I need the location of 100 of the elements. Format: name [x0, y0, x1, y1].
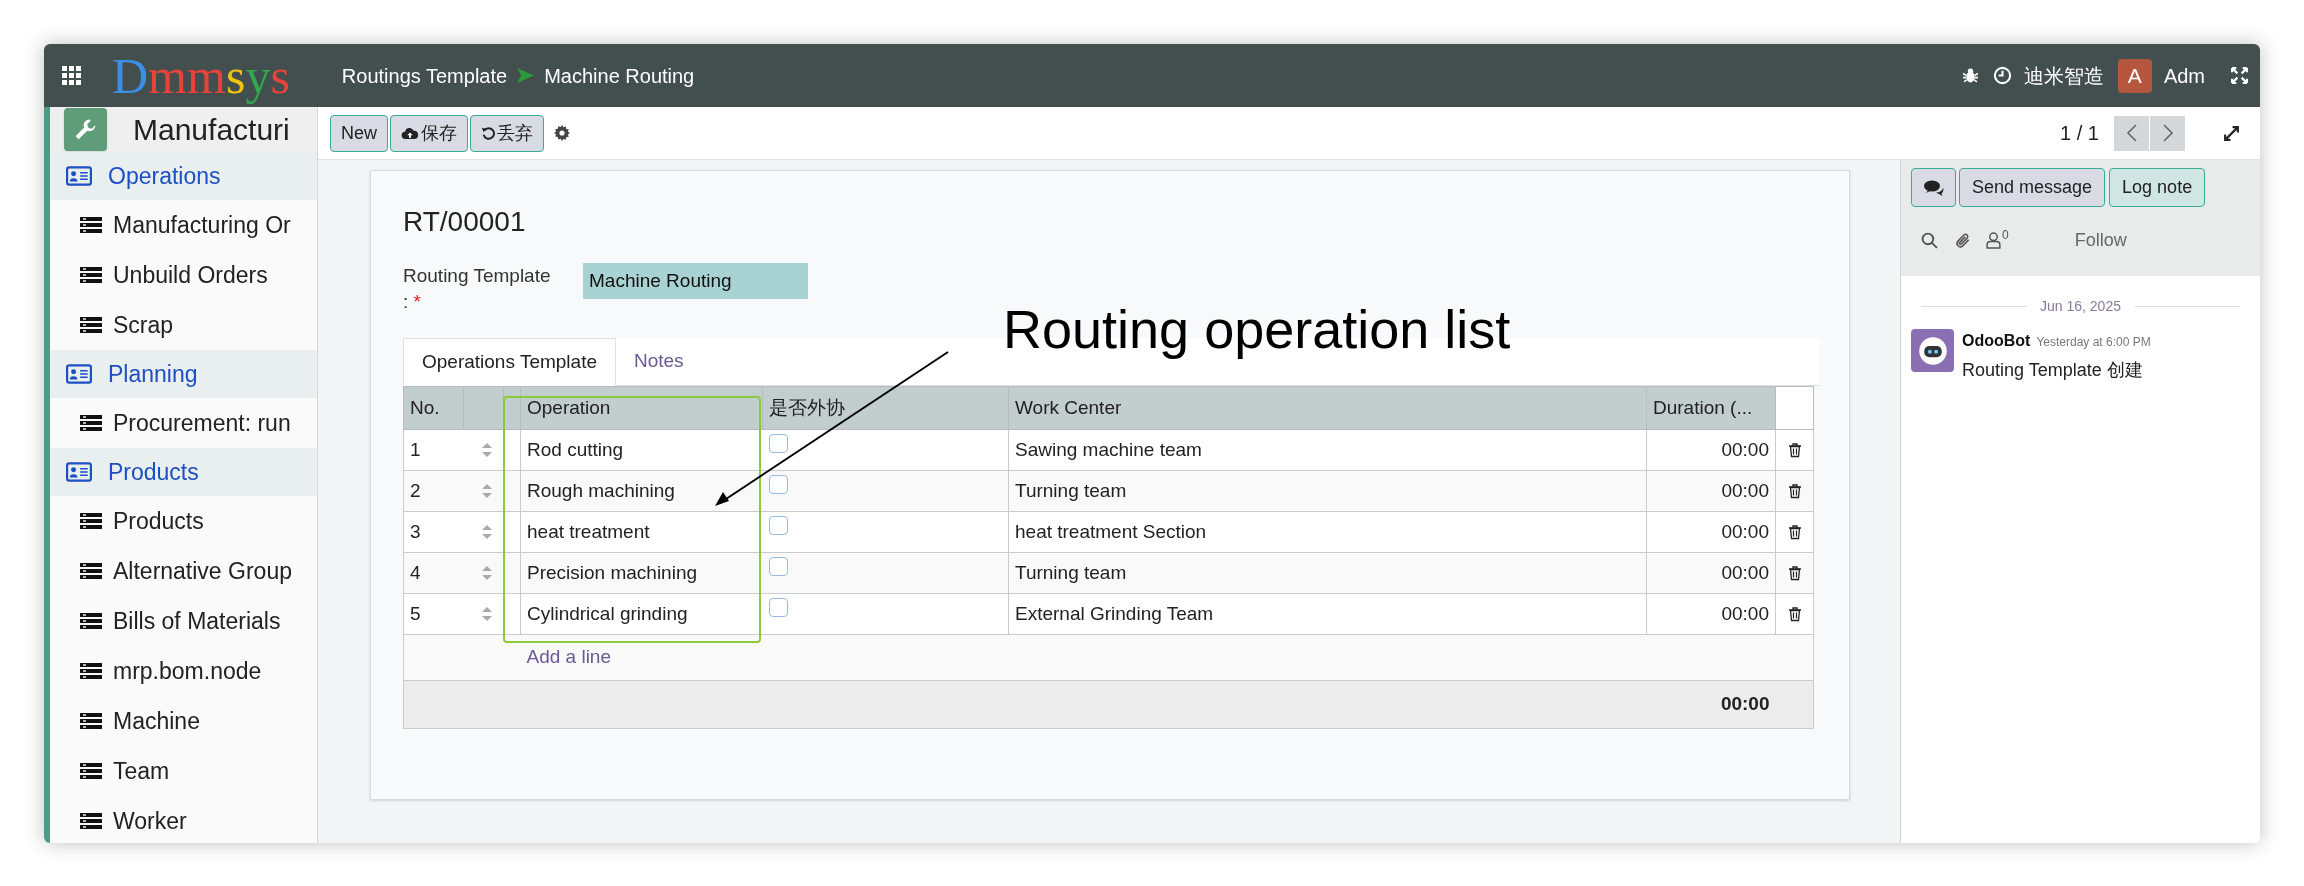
column-header[interactable]: No. [403, 386, 464, 430]
log-note-button[interactable]: Log note [2109, 168, 2206, 207]
user-avatar[interactable]: A [2117, 58, 2152, 93]
column-header[interactable]: Operation [520, 386, 763, 430]
list-icon [80, 217, 102, 233]
table-cell: External Grinding Team [1008, 593, 1647, 635]
column-header[interactable]: Work Center [1008, 386, 1647, 430]
previous-button[interactable] [2114, 115, 2149, 151]
drag-handle-icon[interactable] [481, 566, 492, 580]
follow-link[interactable]: Follow [2074, 227, 2127, 254]
table-cell: 5 [403, 593, 464, 635]
id-card-icon [66, 166, 92, 186]
list-icon [80, 267, 102, 283]
column-header[interactable]: 是否外协 [762, 386, 1009, 430]
breadcrumb-item: Machine Routing [544, 63, 695, 89]
undo-icon [481, 126, 495, 140]
menu-item[interactable]: Machine [113, 703, 200, 739]
menu-item[interactable]: mrp.bom.node [113, 653, 262, 689]
trash-icon[interactable] [1787, 484, 1802, 500]
follower-count: 0 [2002, 226, 2009, 244]
routing-template-field[interactable]: Machine Routing [583, 263, 808, 299]
robot-icon [1917, 335, 1948, 366]
list-icon [80, 713, 102, 729]
pager-value: 1 / 1 [2060, 121, 2099, 146]
menu-item[interactable]: Team [113, 753, 170, 789]
drag-handle-icon[interactable] [481, 484, 492, 498]
message-body: Routing Template 创建 [1962, 359, 2144, 382]
checkbox[interactable] [768, 598, 788, 617]
table-cell: Sawing machine team [1008, 429, 1647, 471]
list-icon [80, 563, 102, 579]
checkbox[interactable] [768, 434, 788, 453]
menu-item[interactable]: Scrap [113, 307, 174, 343]
user-name[interactable]: Adm [2163, 60, 2205, 91]
id-card-icon [66, 462, 92, 482]
menu-item[interactable]: Alternative Group [113, 553, 292, 589]
send-message-button[interactable]: Send message [1959, 168, 2106, 207]
tab[interactable]: Notes [616, 337, 702, 385]
table-cell: Precision machining [520, 552, 763, 594]
apps-grid-icon[interactable] [62, 65, 82, 86]
search-icon[interactable] [1921, 232, 1938, 249]
list-icon [80, 813, 102, 829]
table-cell: 1 [403, 429, 464, 471]
table-cell: 2 [403, 470, 464, 512]
table-cell: 4 [403, 552, 464, 594]
chevron-right-icon [2161, 124, 2174, 142]
paperclip-icon[interactable] [1954, 231, 1972, 250]
id-card-icon [66, 364, 92, 384]
trash-icon[interactable] [1787, 525, 1802, 541]
table-cell: Cylindrical grinding [520, 593, 763, 635]
company-name[interactable]: 迪米智造 [2023, 60, 2104, 91]
menu-item[interactable]: Worker [113, 803, 187, 839]
list-icon [80, 415, 102, 431]
list-icon [80, 663, 102, 679]
table-cell: heat treatment Section [1008, 511, 1647, 553]
table-cell: 3 [403, 511, 464, 553]
table-cell: Turning team [1008, 552, 1647, 594]
menu-item[interactable]: Products [113, 503, 204, 539]
breadcrumb-item[interactable]: Routings Template [341, 60, 508, 91]
list-icon [80, 613, 102, 629]
add-line-link[interactable]: Add a line [526, 646, 611, 668]
checkbox[interactable] [768, 475, 788, 494]
drag-handle-icon[interactable] [481, 525, 492, 539]
menu-item[interactable]: Manufacturing Or [113, 207, 291, 243]
menu-item[interactable]: Procurement: run [113, 405, 291, 441]
fullscreen-icon[interactable] [2231, 67, 2248, 84]
menu-item[interactable]: Unbuild Orders [113, 257, 268, 293]
tab[interactable]: Operations Template [403, 338, 616, 386]
menu-item[interactable]: Bills of Materials [113, 603, 281, 639]
checkbox[interactable] [768, 516, 788, 535]
trash-icon[interactable] [1787, 443, 1802, 459]
list-icon [80, 513, 102, 529]
trash-icon[interactable] [1787, 566, 1802, 582]
new-button[interactable]: New [330, 114, 388, 152]
chat-button[interactable] [1911, 168, 1956, 207]
app-title: Manufacturi [133, 112, 290, 148]
save-button[interactable]: 保存 [390, 114, 468, 152]
table-cell: heat treatment [520, 511, 763, 553]
table-cell: Turning team [1008, 470, 1647, 512]
drag-handle-icon[interactable] [481, 443, 492, 457]
table-cell: 00:00 [1646, 552, 1776, 594]
table-cell: 00:00 [1646, 429, 1776, 471]
column-header[interactable]: Duration (... [1646, 386, 1776, 430]
breadcrumb-arrow-icon [517, 68, 535, 83]
next-button[interactable] [2150, 115, 2185, 151]
cloud-upload-icon [401, 125, 419, 141]
discard-button[interactable]: 丢弃 [470, 114, 544, 152]
wrench-app-icon [64, 108, 107, 151]
field-label: Routing Template : * [403, 264, 552, 314]
bug-icon[interactable] [1961, 67, 1979, 84]
checkbox[interactable] [768, 557, 788, 576]
clock-icon[interactable] [1992, 66, 2012, 85]
message-author: OdooBot [1962, 331, 2031, 351]
follower-icon[interactable] [1986, 232, 2001, 249]
drag-handle-icon[interactable] [481, 607, 492, 621]
settings-icon[interactable] [554, 125, 570, 141]
trash-icon[interactable] [1787, 607, 1802, 623]
list-icon [80, 317, 102, 333]
table-cell: 00:00 [1646, 593, 1776, 635]
comments-icon [1923, 179, 1944, 196]
expand-icon[interactable] [2223, 124, 2240, 142]
